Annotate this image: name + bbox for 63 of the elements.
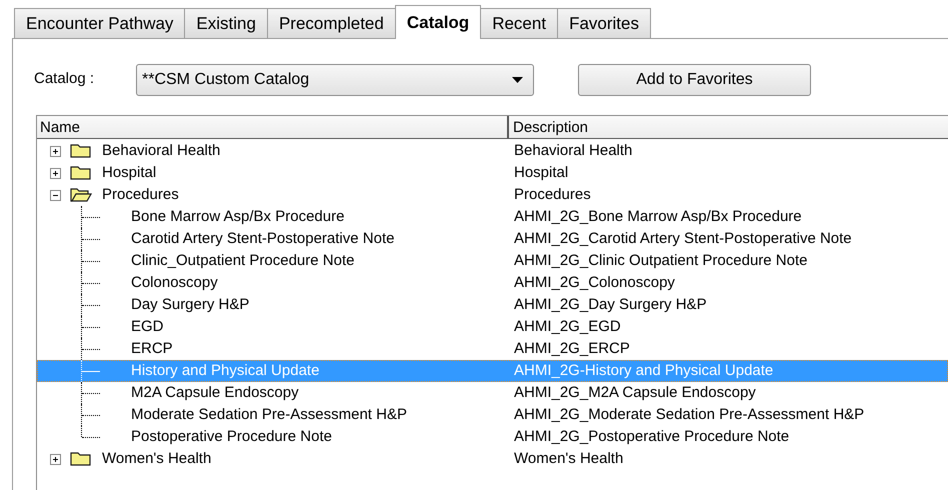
item-name: Postoperative Procedure Note xyxy=(131,426,332,447)
tree-row[interactable]: M2A Capsule Endoscopy AHMI_2G_M2A Capsule Endoscopy xyxy=(37,382,948,404)
item-name: Women's Health xyxy=(102,448,212,469)
item-description: AHMI_2G_ERCP xyxy=(513,338,630,359)
collapse-icon[interactable] xyxy=(50,190,61,200)
item-description: AHMI_2G_Clinic Outpatient Procedure Note xyxy=(513,250,808,271)
tree-row[interactable]: Moderate Sedation Pre-Assessment H&P AHMI_2G_Moderate Sedation Pre-Assessment H&P xyxy=(37,404,948,426)
tree-row[interactable]: Behavioral Health Behavioral Health xyxy=(37,140,948,162)
item-description: AHMI_2G_Moderate Sedation Pre-Assessment H&P xyxy=(513,404,864,425)
open-folder-icon xyxy=(70,187,92,203)
expand-icon[interactable] xyxy=(50,168,61,178)
item-description: Procedures xyxy=(513,184,591,205)
item-name: Hospital xyxy=(102,162,156,183)
expand-icon[interactable] xyxy=(50,146,61,156)
dropdown-arrow-icon xyxy=(512,76,523,82)
folder-icon xyxy=(70,143,92,159)
item-name: Clinic_Outpatient Procedure Note xyxy=(131,250,354,271)
tab[interactable]: Encounter Pathway xyxy=(14,8,186,38)
item-description: Women's Health xyxy=(513,448,624,469)
tab[interactable]: Catalog xyxy=(394,5,482,39)
expand-icon[interactable] xyxy=(50,454,61,464)
item-description: Behavioral Health xyxy=(513,140,632,161)
tree-row[interactable]: Procedures Procedures xyxy=(37,184,948,206)
tree-row[interactable]: Day Surgery H&P AHMI_2G_Day Surgery H&P xyxy=(37,294,948,316)
item-description: AHMI_2G-History and Physical Update xyxy=(513,360,774,381)
tree-row[interactable]: Clinic_Outpatient Procedure Note AHMI_2G_Clinic Outpatient Procedure Note xyxy=(37,250,948,272)
tree-row[interactable]: Women's Health Women's Health xyxy=(37,448,948,470)
folder-icon xyxy=(70,165,92,181)
item-description: AHMI_2G_M2A Capsule Endoscopy xyxy=(513,382,756,403)
item-name: Day Surgery H&P xyxy=(131,294,250,315)
item-description: AHMI_2G_Colonoscopy xyxy=(513,272,675,293)
tree-row[interactable]: Hospital Hospital xyxy=(37,162,948,184)
add-to-favorites-button[interactable]: Add to Favorites xyxy=(578,64,811,96)
tree-row[interactable]: Bone Marrow Asp/Bx Procedure AHMI_2G_Bone Marrow Asp/Bx Procedure xyxy=(37,206,948,228)
folder-icon xyxy=(70,451,92,467)
item-description: AHMI_2G_Bone Marrow Asp/Bx Procedure xyxy=(513,206,802,227)
item-description: AHMI_2G_Carotid Artery Stent-Postoperative Note xyxy=(513,228,852,249)
tab[interactable]: Existing xyxy=(184,8,268,38)
tab[interactable]: Precompleted xyxy=(266,8,396,38)
item-name: Carotid Artery Stent-Postoperative Note xyxy=(131,228,394,249)
item-name: Procedures xyxy=(102,184,179,205)
item-description: Hospital xyxy=(513,162,568,183)
tree-row[interactable]: EGD AHMI_2G_EGD xyxy=(37,316,948,338)
tab[interactable]: Recent xyxy=(480,8,558,38)
item-name: Behavioral Health xyxy=(102,140,220,161)
catalog-label: Catalog : xyxy=(34,69,96,90)
item-name: M2A Capsule Endoscopy xyxy=(131,382,299,403)
tree-row[interactable]: Colonoscopy AHMI_2G_Colonoscopy xyxy=(37,272,948,294)
item-description: AHMI_2G_EGD xyxy=(513,316,621,337)
tree-row[interactable]: Carotid Artery Stent-Postoperative Note AHMI_2G_Carotid Artery Stent-Postoperative Note xyxy=(37,228,948,250)
item-description: AHMI_2G_Day Surgery H&P xyxy=(513,294,707,315)
item-name: Moderate Sedation Pre-Assessment H&P xyxy=(131,404,407,425)
column-header[interactable]: Name xyxy=(37,116,509,138)
item-name: EGD xyxy=(131,316,164,337)
item-name: ERCP xyxy=(131,338,173,359)
item-name: History and Physical Update xyxy=(131,360,320,381)
tree-row[interactable]: Postoperative Procedure Note AHMI_2G_Postoperative Procedure Note xyxy=(37,426,948,448)
item-name: Bone Marrow Asp/Bx Procedure xyxy=(131,206,344,227)
tab[interactable]: Favorites xyxy=(557,8,651,38)
catalog-dropdown[interactable]: **CSM Custom Catalog xyxy=(136,64,534,96)
item-description: AHMI_2G_Postoperative Procedure Note xyxy=(513,426,790,447)
item-name: Colonoscopy xyxy=(131,272,218,293)
column-header[interactable]: Description xyxy=(509,116,948,138)
